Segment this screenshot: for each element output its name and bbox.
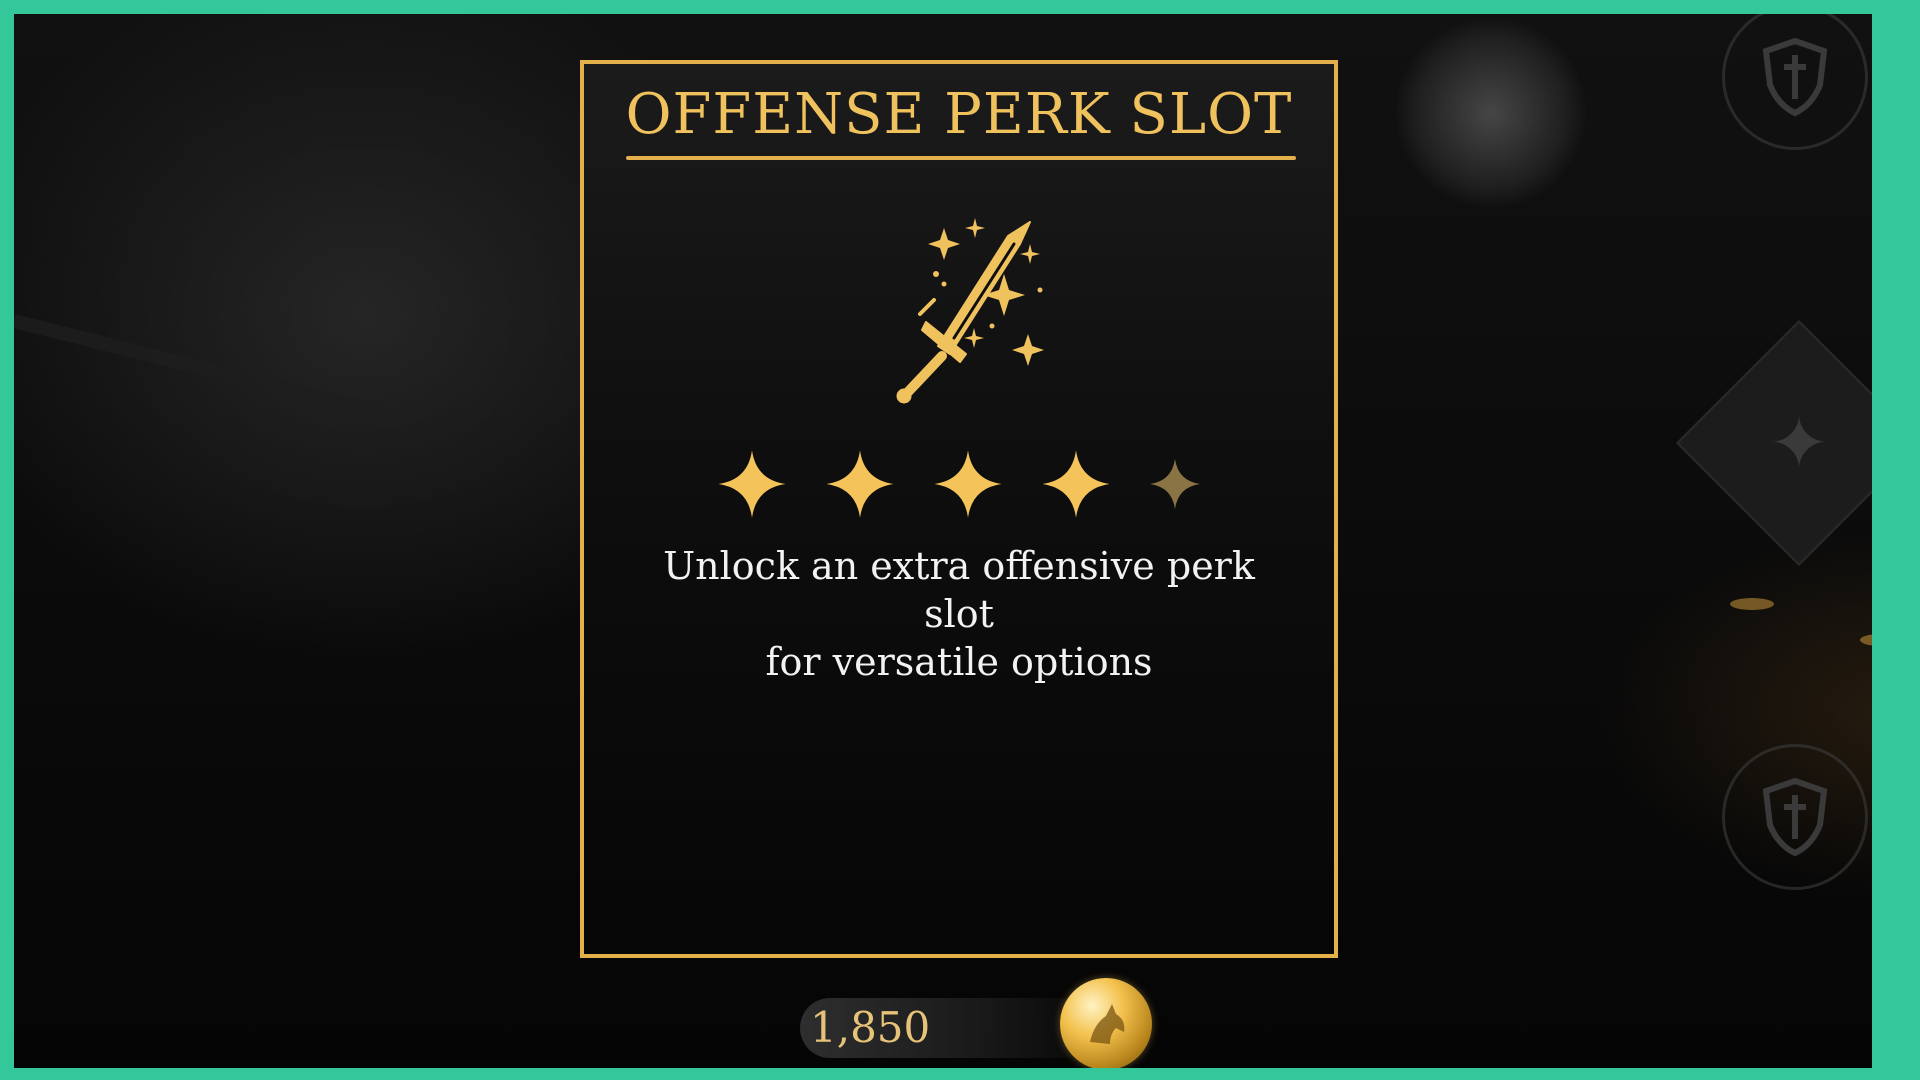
- cost-display: 1,850: [800, 998, 1090, 1058]
- background-moon: [1396, 18, 1586, 208]
- rank-star-filled: [1042, 450, 1110, 518]
- rank-star-filled: [718, 450, 786, 518]
- rank-stars: [584, 444, 1334, 524]
- background-shield-node-bottom: [1722, 744, 1868, 890]
- rank-star-filled: [826, 450, 894, 518]
- bone-icon: ✦: [1768, 401, 1830, 485]
- perk-title: OFFENSE PERK SLOT: [625, 82, 1293, 147]
- rank-star-filled: [934, 450, 1002, 518]
- shield-icon: [1762, 777, 1828, 857]
- background-ember: [1730, 598, 1774, 610]
- game-screen: ✦ OFFENSE PERK SLOT Unlock an extra offe…: [14, 14, 1872, 1068]
- perk-description: Unlock an extra offensive perk slot for …: [624, 542, 1294, 686]
- background-beam: [14, 314, 385, 420]
- description-line: Unlock an extra offensive perk slot: [663, 544, 1255, 636]
- shield-icon: [1762, 37, 1828, 117]
- description-line: for versatile options: [765, 640, 1153, 684]
- background-shield-node-top: [1722, 14, 1868, 150]
- rank-star-empty: [1150, 459, 1200, 509]
- gold-coin-icon: [1060, 978, 1152, 1068]
- background-ember: [1860, 634, 1872, 646]
- cost-amount: 1,850: [810, 1003, 931, 1052]
- horse-emblem-icon: [1090, 1004, 1125, 1044]
- perk-card: OFFENSE PERK SLOT Unlock an extra offens…: [580, 60, 1338, 958]
- sparkling-sword-icon: [896, 218, 1044, 404]
- title-divider: [626, 156, 1296, 160]
